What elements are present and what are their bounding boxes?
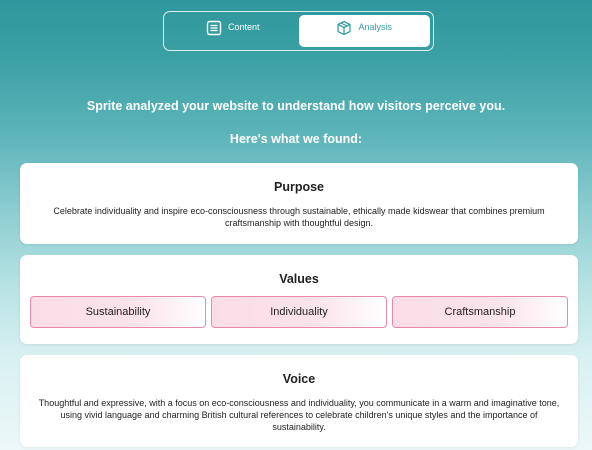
values-title: Values	[279, 272, 319, 286]
tab-content-label: Content	[227, 22, 260, 32]
purpose-title: Purpose	[273, 180, 324, 194]
tab-content[interactable]: Content	[167, 15, 299, 47]
tab-analysis-label: Analysis	[358, 22, 392, 32]
value-pill-craftsmanship: Craftsmanship	[392, 296, 568, 328]
intro-heading: Sprite analyzed your website to understa…	[86, 99, 506, 113]
purpose-text: Celebrate individuality and inspire eco-…	[53, 206, 545, 228]
voice-text: Thoughtful and expressive, with a focus …	[38, 398, 560, 432]
intro-subheading: Here's what we found:	[229, 132, 363, 146]
tab-analysis[interactable]: Analysis	[298, 15, 430, 47]
voice-card: Voice Thoughtful and expressive, with a …	[20, 355, 578, 447]
values-list: Sustainability Individuality Craftsmansh…	[30, 296, 568, 328]
values-card: Values Sustainability Individuality Craf…	[20, 255, 578, 344]
value-pill-individuality: Individuality	[211, 296, 387, 328]
document-icon	[206, 20, 222, 36]
view-tab-bar: Content Analysis	[163, 11, 434, 51]
value-pill-sustainability: Sustainability	[30, 296, 206, 328]
voice-title: Voice	[282, 372, 316, 386]
purpose-card: Purpose Celebrate individuality and insp…	[20, 163, 578, 244]
cube-icon	[336, 20, 352, 36]
